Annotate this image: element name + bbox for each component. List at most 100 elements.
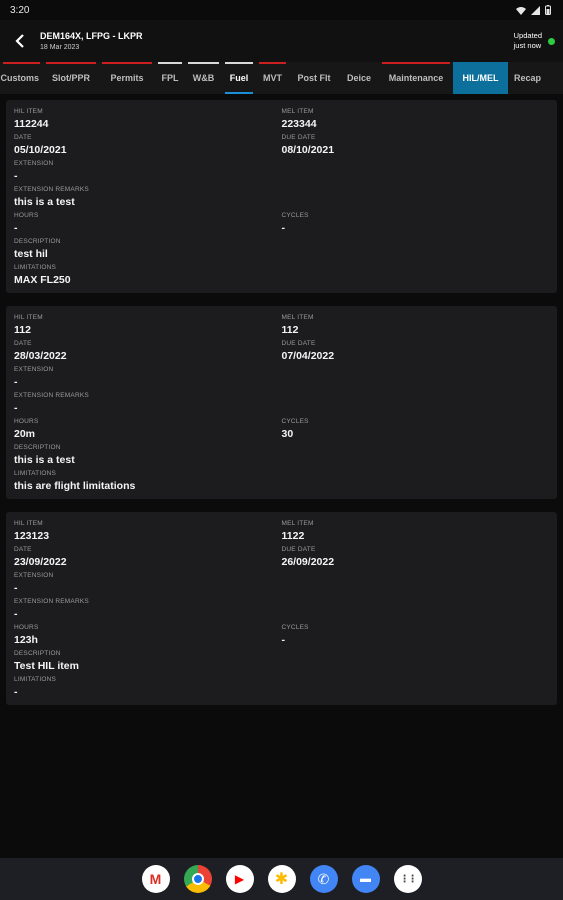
hours-label: HOURS xyxy=(14,624,39,631)
tab-mvt[interactable]: MVT xyxy=(256,62,289,94)
date-value: 28/03/2022 xyxy=(14,350,67,362)
hours-value: - xyxy=(14,222,18,234)
hil-item-value: 123123 xyxy=(14,530,50,542)
signal-icon xyxy=(531,5,540,15)
limitations-label: LIMITATIONS xyxy=(14,470,57,477)
chrome-icon[interactable] xyxy=(183,865,212,893)
tab-maintenance[interactable]: Maintenance xyxy=(379,62,453,94)
date-label: DATE xyxy=(14,134,32,141)
limitations-value: MAX FL250 xyxy=(14,274,71,286)
cycles-label: CYCLES xyxy=(281,624,309,631)
limitations-value: this are flight limitations xyxy=(14,480,136,492)
gmail-icon[interactable]: M xyxy=(141,865,170,893)
hil-item-label: HIL ITEM xyxy=(14,520,43,527)
extension-value: - xyxy=(14,582,18,594)
mel-item-label: MEL ITEM xyxy=(281,108,314,115)
extension-remarks-label: EXTENSION REMARKS xyxy=(14,598,89,605)
due-date-label: DUE DATE xyxy=(281,134,316,141)
extension-remarks-label: EXTENSION REMARKS xyxy=(14,186,89,193)
taskbar-dock: M ▶ ✱ ✆ ▬ ⋮⋮ xyxy=(0,858,563,900)
mel-item-value: 112 xyxy=(281,324,299,336)
hil-item-value: 112 xyxy=(14,324,31,336)
hours-value: 123h xyxy=(14,634,38,646)
extension-value: - xyxy=(14,376,18,388)
update-line-1: Updated xyxy=(513,31,542,41)
cycles-label: CYCLES xyxy=(281,212,309,219)
flight-date: 18 Mar 2023 xyxy=(40,44,80,51)
tab-bar: Customs Slot/PPR Permits FPL W&B Fuel MV… xyxy=(0,62,563,94)
chevron-left-icon xyxy=(15,34,24,48)
cycles-value: - xyxy=(281,222,286,234)
hil-mel-list[interactable]: HIL ITEM 112244 MEL ITEM 223344 DATE 05/10/… xyxy=(0,94,563,858)
extension-remarks-value: - xyxy=(14,608,18,620)
flight-title: DEM164X, LFPG - LKPR xyxy=(40,31,143,41)
hil-mel-card: HIL ITEM 123123 MEL ITEM 1122 DATE 23/09/20… xyxy=(6,512,557,705)
description-label: DESCRIPTION xyxy=(14,238,61,245)
due-date-label: DUE DATE xyxy=(281,340,316,347)
date-label: DATE xyxy=(14,546,32,553)
date-value: 23/09/2022 xyxy=(14,556,67,568)
online-status-dot xyxy=(548,37,555,45)
photos-icon[interactable]: ✱ xyxy=(267,865,296,893)
hil-item-label: HIL ITEM xyxy=(14,108,43,115)
date-label: DATE xyxy=(14,340,32,347)
cycles-value: - xyxy=(281,634,286,646)
hours-value: 20m xyxy=(14,428,36,440)
messages-icon[interactable]: ▬ xyxy=(351,865,380,893)
sync-status: Updated just now xyxy=(514,31,563,51)
description-label: DESCRIPTION xyxy=(14,444,61,451)
due-date-label: DUE DATE xyxy=(281,546,316,553)
tab-recap[interactable]: Recap xyxy=(508,62,563,94)
tab-customs[interactable]: Customs xyxy=(0,62,43,94)
tab-permits[interactable]: Permits xyxy=(99,62,155,94)
due-date-value: 08/10/2021 xyxy=(281,144,335,156)
hil-item-label: HIL ITEM xyxy=(14,314,43,321)
youtube-icon[interactable]: ▶ xyxy=(225,865,254,893)
extension-label: EXTENSION xyxy=(14,366,54,373)
back-button[interactable] xyxy=(0,20,40,62)
tab-fpl[interactable]: FPL xyxy=(155,62,185,94)
phone-icon[interactable]: ✆ xyxy=(309,865,338,893)
extension-label: EXTENSION xyxy=(14,572,54,579)
tab-slot-ppr[interactable]: Slot/PPR xyxy=(43,62,99,94)
hours-label: HOURS xyxy=(14,418,39,425)
mel-item-value: 223344 xyxy=(281,118,317,130)
status-time: 3:20 xyxy=(10,4,30,16)
description-value: this is a test xyxy=(14,454,75,466)
description-value: Test HIL item xyxy=(14,660,79,672)
cycles-value: 30 xyxy=(281,428,294,440)
app-drawer-icon[interactable]: ⋮⋮ xyxy=(393,865,422,893)
update-text: Updated just now xyxy=(514,31,542,51)
hil-item-value: 112244 xyxy=(14,118,49,130)
chrome-center xyxy=(191,873,204,885)
mel-item-label: MEL ITEM xyxy=(281,314,314,321)
status-icons xyxy=(516,5,551,15)
tab-fuel[interactable]: Fuel xyxy=(222,62,256,94)
limitations-value: - xyxy=(14,686,18,698)
cycles-label: CYCLES xyxy=(281,418,309,425)
extension-remarks-value: - xyxy=(14,402,18,414)
description-label: DESCRIPTION xyxy=(14,650,61,657)
wifi-icon xyxy=(516,6,526,15)
battery-icon xyxy=(545,5,551,15)
extension-value: - xyxy=(14,170,18,182)
mel-item-value: 1122 xyxy=(281,530,305,542)
limitations-label: LIMITATIONS xyxy=(14,676,57,683)
hil-mel-card: HIL ITEM 112244 MEL ITEM 223344 DATE 05/10/… xyxy=(6,100,557,293)
tab-deice[interactable]: Deice xyxy=(339,62,379,94)
status-bar: 3:20 xyxy=(0,0,563,20)
flight-title-block: DEM164X, LFPG - LKPR 18 Mar 2023 xyxy=(40,31,514,51)
hours-label: HOURS xyxy=(14,212,39,219)
tab-hil-mel[interactable]: HIL/MEL xyxy=(453,62,508,94)
hil-mel-card: HIL ITEM 112 MEL ITEM 112 DATE 28/03/2022 D… xyxy=(6,306,557,499)
update-line-2: just now xyxy=(513,41,542,50)
date-value: 05/10/2021 xyxy=(14,144,67,156)
extension-remarks-label: EXTENSION REMARKS xyxy=(14,392,89,399)
tab-wb[interactable]: W&B xyxy=(185,62,222,94)
due-date-value: 26/09/2022 xyxy=(281,556,335,568)
due-date-value: 07/04/2022 xyxy=(281,350,335,362)
extension-remarks-value: this is a test xyxy=(14,196,75,208)
tab-post-flt[interactable]: Post Flt xyxy=(289,62,339,94)
extension-label: EXTENSION xyxy=(14,160,54,167)
mel-item-label: MEL ITEM xyxy=(281,520,314,527)
